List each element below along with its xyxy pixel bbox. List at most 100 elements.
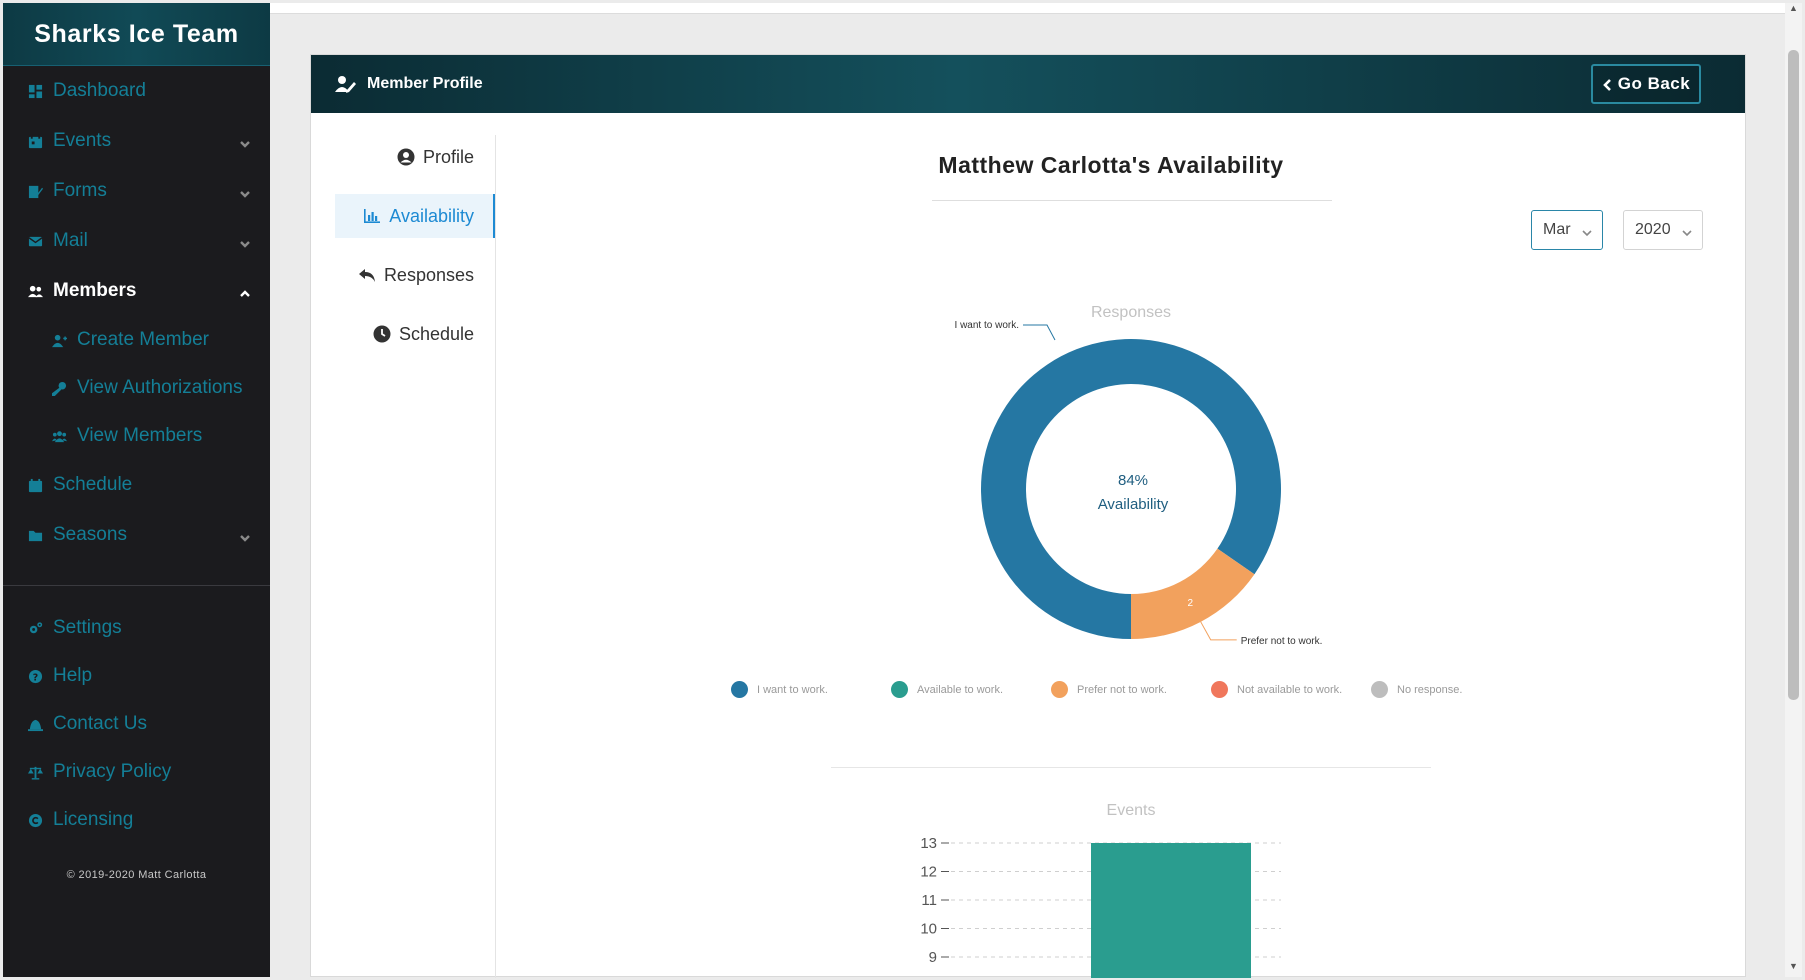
y-tick-label: 13 xyxy=(920,835,937,852)
bar-chart-icon xyxy=(363,207,381,225)
legend-label: No response. xyxy=(1397,683,1463,696)
callout-line xyxy=(1023,324,1056,341)
y-tick-label: 12 xyxy=(920,864,937,881)
legend-item[interactable]: Not available to work. xyxy=(1211,681,1342,698)
month-select[interactable]: Mar xyxy=(1531,210,1603,250)
copyright-text: © 2019-2020 Matt Carlotta xyxy=(66,869,207,881)
legend-item[interactable]: Prefer not to work. xyxy=(1051,681,1167,698)
calendar-icon xyxy=(26,477,44,493)
sidebar-divider xyxy=(3,585,270,586)
sidebar-item-label: Events xyxy=(53,130,112,151)
sidebar-item-events[interactable]: Events xyxy=(3,116,270,166)
slice-value-label: 11 xyxy=(1066,334,1077,345)
legend-item[interactable]: No response. xyxy=(1371,681,1462,698)
slice-value-label: 2 xyxy=(1187,598,1193,609)
title-divider xyxy=(932,200,1332,201)
profile-tabs: Profile Availability Responses Schedule xyxy=(335,135,496,371)
sidebar-item-forms[interactable]: Forms xyxy=(3,166,270,216)
sidebar-item-label: Licensing xyxy=(53,809,134,830)
sidebar-item-label: Privacy Policy xyxy=(53,761,172,782)
sidebar-item-label: Seasons xyxy=(53,524,127,545)
sidebar-item-contact-us[interactable]: Contact Us xyxy=(3,700,270,748)
sidebar-subitem-create-member[interactable]: Create Member xyxy=(3,316,270,364)
users-icon xyxy=(50,428,68,444)
donut-slice[interactable] xyxy=(1131,548,1255,639)
y-tick-label: 10 xyxy=(920,921,937,938)
calendar-icon xyxy=(26,133,44,149)
sidebar-nav: Dashboard Events Forms Mail Members Crea… xyxy=(3,66,270,560)
availability-title: Matthew Carlotta's Availability xyxy=(938,152,1284,178)
tab-availability[interactable]: Availability xyxy=(335,194,496,238)
legend-swatch xyxy=(1371,681,1388,698)
tab-profile[interactable]: Profile xyxy=(335,135,496,179)
tab-schedule[interactable]: Schedule xyxy=(335,312,496,356)
events-bar-chart: Events 9 10 11 12 13 xyxy=(920,802,1281,978)
sidebar-item-label: Settings xyxy=(53,617,122,638)
section-divider xyxy=(831,767,1431,768)
scroll-up-arrow-icon[interactable]: ▲ xyxy=(1786,3,1801,17)
legend-swatch xyxy=(731,681,748,698)
form-edit-icon xyxy=(26,183,44,199)
legend-item[interactable]: Available to work. xyxy=(891,681,1003,698)
sidebar-item-label: Help xyxy=(53,665,93,686)
bell-icon xyxy=(26,716,44,732)
sidebar-item-label: Members xyxy=(53,280,137,301)
user-circle-icon xyxy=(397,148,415,166)
chevron-left-icon xyxy=(1602,77,1612,91)
tab-label: Responses xyxy=(383,264,474,285)
sidebar-subitem-view-members[interactable]: View Members xyxy=(3,412,270,460)
sidebar-item-schedule[interactable]: Schedule xyxy=(3,460,270,510)
legend-swatch xyxy=(1051,681,1068,698)
sidebar-subitem-label: View Members xyxy=(77,425,203,446)
user-edit-icon xyxy=(335,75,357,93)
copyright-icon xyxy=(26,812,44,828)
donut-center-value: 84% xyxy=(1118,472,1148,489)
year-select[interactable]: 2020 xyxy=(1623,210,1703,250)
tab-responses[interactable]: Responses xyxy=(335,253,496,297)
legend-item[interactable]: I want to work. xyxy=(731,681,828,698)
sidebar-item-mail[interactable]: Mail xyxy=(3,216,270,266)
y-tick-label: 11 xyxy=(921,892,937,909)
sidebar-item-settings[interactable]: Settings xyxy=(3,604,270,652)
donut-center-label: Availability xyxy=(1098,496,1169,513)
sidebar-item-members[interactable]: Members xyxy=(3,266,270,316)
chevron-down-icon xyxy=(239,184,251,198)
card-header-title: Member Profile xyxy=(367,75,483,92)
scale-icon xyxy=(26,764,44,780)
chevron-down-icon xyxy=(239,234,251,248)
donut-chart-title: Responses xyxy=(1091,304,1171,321)
sidebar-subitem-view-authorizations[interactable]: View Authorizations xyxy=(3,364,270,412)
sidebar-item-licensing[interactable]: Licensing xyxy=(3,796,270,844)
bar-chart-title: Events xyxy=(1107,802,1156,819)
sidebar-item-label: Mail xyxy=(53,230,88,251)
top-strip xyxy=(270,3,1785,14)
sidebar-item-seasons[interactable]: Seasons xyxy=(3,510,270,560)
go-back-button[interactable]: Go Back xyxy=(1591,64,1701,104)
sidebar-item-privacy-policy[interactable]: Privacy Policy xyxy=(3,748,270,796)
chevron-down-icon xyxy=(1582,225,1592,237)
slice-callout-label: I want to work. xyxy=(955,320,1019,331)
scroll-down-arrow-icon[interactable]: ▼ xyxy=(1786,961,1801,975)
chevron-down-icon xyxy=(239,528,251,542)
brand-title: Sharks Ice Team xyxy=(3,3,270,66)
sidebar-item-help[interactable]: ? Help xyxy=(3,652,270,700)
sidebar-nav-bottom: Settings ? Help Contact Us Privacy Polic… xyxy=(3,604,270,844)
legend-label: Not available to work. xyxy=(1237,683,1343,696)
go-back-label: Go Back xyxy=(1617,74,1691,93)
users-icon xyxy=(26,283,44,299)
member-profile-card: Member Profile Go Back Profile Availabil… xyxy=(310,54,1746,978)
tabs-divider xyxy=(495,135,496,978)
question-icon: ? xyxy=(26,668,44,684)
sidebar-item-dashboard[interactable]: Dashboard xyxy=(3,66,270,116)
legend-label: Prefer not to work. xyxy=(1077,683,1167,696)
scrollbar-thumb[interactable] xyxy=(1788,50,1799,700)
bar[interactable] xyxy=(1091,843,1251,978)
card-header: Member Profile Go Back xyxy=(311,55,1745,113)
mail-icon xyxy=(26,233,44,249)
sidebar-item-label: Dashboard xyxy=(53,80,146,101)
tab-label: Profile xyxy=(422,146,474,167)
sidebar-item-label: Schedule xyxy=(53,474,133,495)
responses-donut-chart: Responses 11 2 I want to work. Prefer not to… xyxy=(955,304,1323,647)
clock-icon xyxy=(373,325,391,343)
reply-icon xyxy=(358,266,376,284)
